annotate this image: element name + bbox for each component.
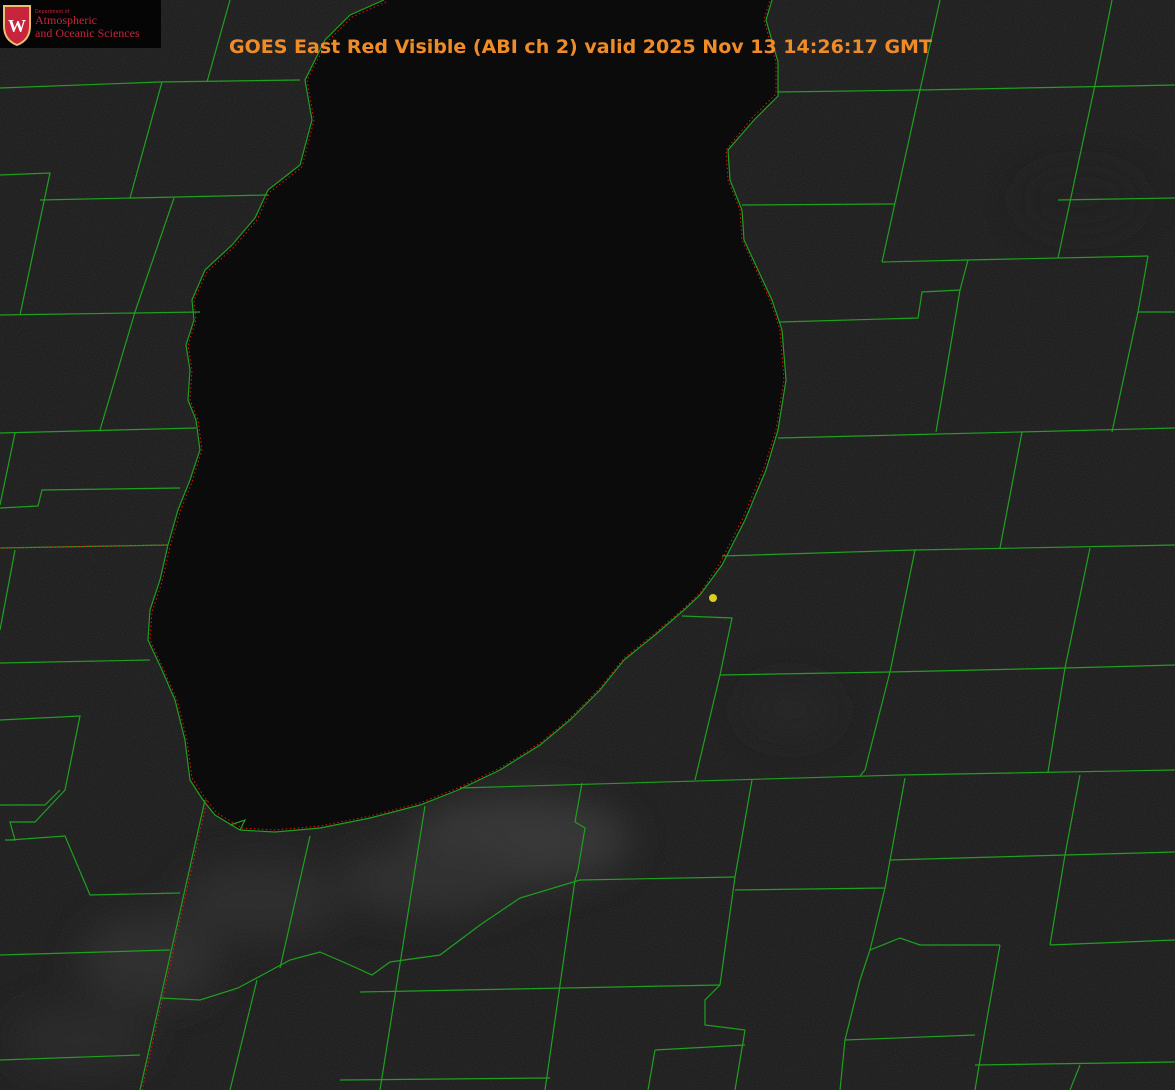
crest-letter: W [8, 16, 26, 36]
uw-aos-logo: W Department of Atmospheric and Oceanic … [0, 0, 161, 48]
location-marker-icon[interactable] [709, 594, 717, 602]
image-title: GOES East Red Visible (ABI ch 2) valid 2… [229, 36, 932, 58]
satellite-map[interactable] [0, 0, 1175, 1090]
uw-crest-icon: W [3, 5, 31, 46]
logo-line2: and Oceanic Sciences [35, 26, 140, 40]
